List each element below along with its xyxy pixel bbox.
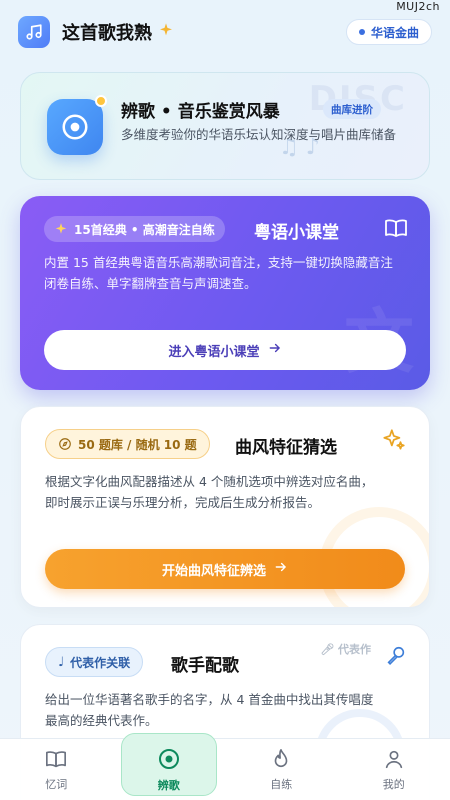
hero-card: DISC ♫ ♪ 辨歌 • 音乐鉴赏风暴 曲库进阶 多维度考验你的华语乐坛认知深… [20, 72, 430, 180]
region-selector[interactable]: 华语金曲 [345, 19, 432, 45]
sparkles-icon [381, 427, 407, 457]
cantonese-description: 内置 15 首经典粤语音乐高潮歌词音注，支持一键切换隐藏音注闭卷自练、单字翻牌查… [44, 255, 393, 291]
compass-icon [59, 438, 71, 450]
nav-label: 辨歌 [157, 778, 180, 792]
music-note-icon: ♩ [58, 654, 65, 670]
style-badge-label: 50 题库 / 随机 10 题 [78, 437, 197, 452]
disc-icon [157, 747, 181, 774]
mic-small-icon: 🎤︎ [320, 643, 338, 656]
notification-dot [95, 95, 107, 107]
music-note-icon [18, 16, 50, 48]
nav-label: 忆词 [45, 777, 68, 791]
singer-description: 给出一位华语著名歌手的名字，从 4 首金曲中找出其传唱度最高的经典代表作。 [45, 692, 374, 728]
hero-description: 多维度考验你的华语乐坛认知深度与唱片曲库储备 [121, 127, 397, 142]
app-header: 这首歌我熟 华语金曲 [18, 12, 432, 52]
sparkle-icon [55, 223, 67, 234]
nav-item-recall[interactable]: 忆词 [0, 739, 113, 800]
enter-cantonese-button[interactable]: 进入粤语小课堂 [44, 330, 406, 370]
style-badge: 50 题库 / 随机 10 题 [45, 429, 210, 459]
nav-item-practice[interactable]: 自练 [225, 739, 338, 800]
start-style-guess-label: 开始曲风特征辨选 [161, 563, 266, 579]
cantonese-badge: 15首经典 • 高潮音注自练 [44, 216, 225, 242]
region-dot [358, 29, 365, 35]
style-description: 根据文字化曲风配器描述从 4 个随机选项中辨选对应名曲，即时展示正误与乐理分析，… [45, 474, 374, 510]
nav-item-identify[interactable]: 辨歌 [113, 733, 226, 800]
book-open-icon [384, 216, 408, 244]
arrow-right-icon [274, 560, 288, 578]
arrow-right-icon [268, 341, 282, 359]
region-label: 华语金曲 [370, 25, 419, 40]
singer-badge-label: 代表作关联 [70, 655, 131, 670]
sparkle-icon [158, 22, 174, 42]
cantonese-badge-label: 15首经典 • 高潮音注自练 [74, 222, 215, 237]
hero-tag: 曲库进阶 [323, 99, 381, 119]
user-icon [383, 748, 405, 773]
enter-cantonese-label: 进入粤语小课堂 [168, 344, 260, 360]
start-style-guess-button[interactable]: 开始曲风特征辨选 [45, 549, 405, 589]
disc-icon [47, 99, 103, 155]
bottom-nav: 忆词 辨歌 自练 我的 [0, 733, 450, 800]
flame-icon [270, 748, 292, 773]
cantonese-title: 粤语小课堂 [254, 223, 339, 243]
cantonese-card: 文 15首经典 • 高潮音注自练 粤语小课堂 内置 15 首经典粤语音乐高潮歌词… [20, 196, 430, 390]
nav-item-mine[interactable]: 我的 [338, 739, 450, 800]
singer-badge: ♩ 代表作关联 [45, 647, 144, 677]
style-guess-card: 50 题库 / 随机 10 题 曲风特征猜选 根据文字化曲风配器描述从 4 个随… [20, 406, 430, 608]
style-title: 曲风特征猜选 [235, 438, 337, 458]
nav-label: 我的 [382, 777, 405, 791]
nav-label: 自练 [270, 777, 293, 791]
app-title: 这首歌我熟 [62, 23, 152, 44]
singer-title: 歌手配歌 [171, 656, 239, 676]
hero-title: 辨歌 • 音乐鉴赏风暴 [121, 102, 280, 122]
singer-tag: 🎤︎ 代表作 [320, 641, 371, 657]
microphone-icon [385, 645, 407, 671]
book-icon [45, 748, 67, 773]
singer-tag-label: 代表作 [338, 643, 371, 656]
